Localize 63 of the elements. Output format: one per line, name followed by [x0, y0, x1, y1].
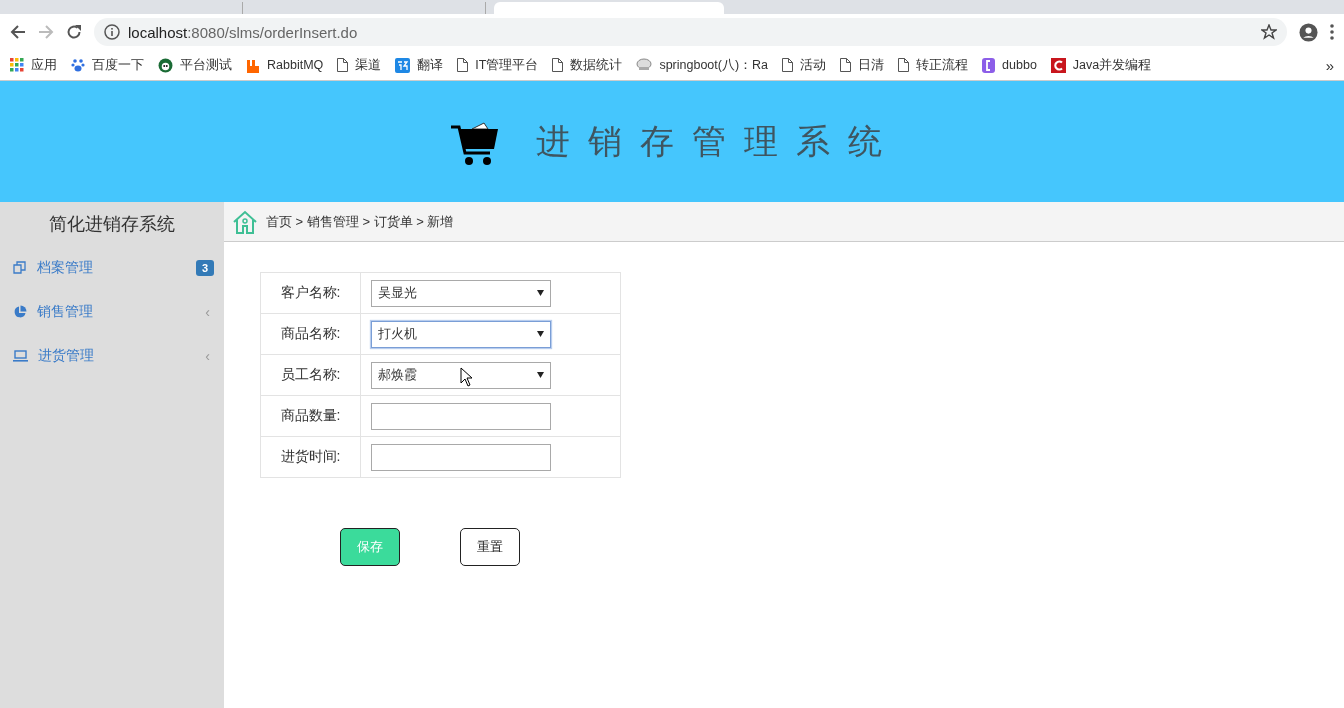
chevron-icon: ‹: [205, 304, 214, 320]
bookmark[interactable]: springboot(八)：Ra: [636, 56, 769, 74]
address-bar[interactable]: localhost:8080/slms/orderInsert.do: [94, 18, 1287, 46]
page-icon: [457, 58, 469, 72]
field-label: 商品名称:: [260, 313, 361, 355]
input-field[interactable]: [371, 443, 551, 471]
reset-button[interactable]: 重置: [460, 528, 520, 566]
menu-icon[interactable]: [1330, 24, 1334, 40]
mask-icon: [636, 58, 653, 72]
bookmark[interactable]: dubbo: [982, 57, 1037, 73]
bracket-icon: [982, 57, 996, 73]
bookmark[interactable]: RabbitMQ: [246, 57, 324, 73]
page-icon: [782, 58, 794, 72]
bookmark[interactable]: Java并发编程: [1050, 56, 1152, 74]
mouse-cursor-icon: [460, 366, 473, 387]
bookmark[interactable]: 数据统计: [552, 56, 623, 74]
reload-icon[interactable]: [66, 24, 82, 40]
field-label: 员工名称:: [260, 354, 361, 396]
pie-chart-icon: [13, 305, 27, 319]
more-bookmarks-button[interactable]: »: [1325, 56, 1334, 74]
dropdown-caret-icon: [537, 290, 544, 296]
bookmark[interactable]: 活动: [782, 56, 827, 74]
select-field[interactable]: 郝焕霞: [371, 361, 551, 389]
c-logo-icon: [1050, 57, 1066, 73]
page-icon: [840, 58, 852, 72]
select-field[interactable]: 打火机: [371, 320, 551, 348]
field-label: 商品数量:: [260, 395, 361, 437]
apps-grid-icon: [10, 58, 24, 72]
copy-icon: [13, 261, 27, 275]
field-label: 客户名称:: [260, 272, 361, 314]
star-icon[interactable]: [1261, 24, 1277, 40]
forward-icon[interactable]: [38, 24, 54, 40]
sidebar-item[interactable]: 档案管理 3: [0, 246, 224, 290]
bookmark[interactable]: 翻译: [395, 56, 444, 74]
laptop-icon: [13, 350, 28, 362]
translate-icon: [395, 57, 411, 73]
page-icon: [552, 58, 564, 72]
home-icon[interactable]: [232, 208, 258, 235]
back-icon[interactable]: [10, 24, 26, 40]
bookmark[interactable]: 转正流程: [898, 56, 969, 74]
page-icon: [898, 58, 910, 72]
rabbit-icon: [246, 57, 260, 73]
count-badge: 3: [195, 260, 214, 276]
app-title: 进销存管理系统: [536, 120, 900, 162]
paw-icon: [71, 58, 85, 72]
bookmark[interactable]: 应用: [10, 56, 57, 74]
bookmark[interactable]: 渠道: [337, 56, 382, 74]
bookmark[interactable]: 百度一下: [71, 56, 144, 74]
account-icon[interactable]: [1299, 22, 1318, 42]
field-label: 进货时间:: [260, 436, 361, 478]
breadcrumb: 首页 > 销售管理 > 订货单 > 新增: [266, 212, 454, 231]
dropdown-caret-icon: [537, 372, 544, 378]
dropdown-caret-icon: [537, 331, 544, 337]
input-field[interactable]: [371, 402, 551, 430]
panda-icon: [158, 57, 173, 73]
bookmark[interactable]: 平台测试: [158, 56, 232, 74]
info-icon: [104, 24, 120, 40]
select-field[interactable]: 吴显光: [371, 279, 551, 307]
bookmark[interactable]: IT管理平台: [457, 56, 539, 74]
page-icon: [337, 58, 349, 72]
bookmark[interactable]: 日清: [840, 56, 885, 74]
chevron-icon: ‹: [205, 348, 214, 364]
sidebar-title: 简化进销存系统: [48, 213, 176, 236]
